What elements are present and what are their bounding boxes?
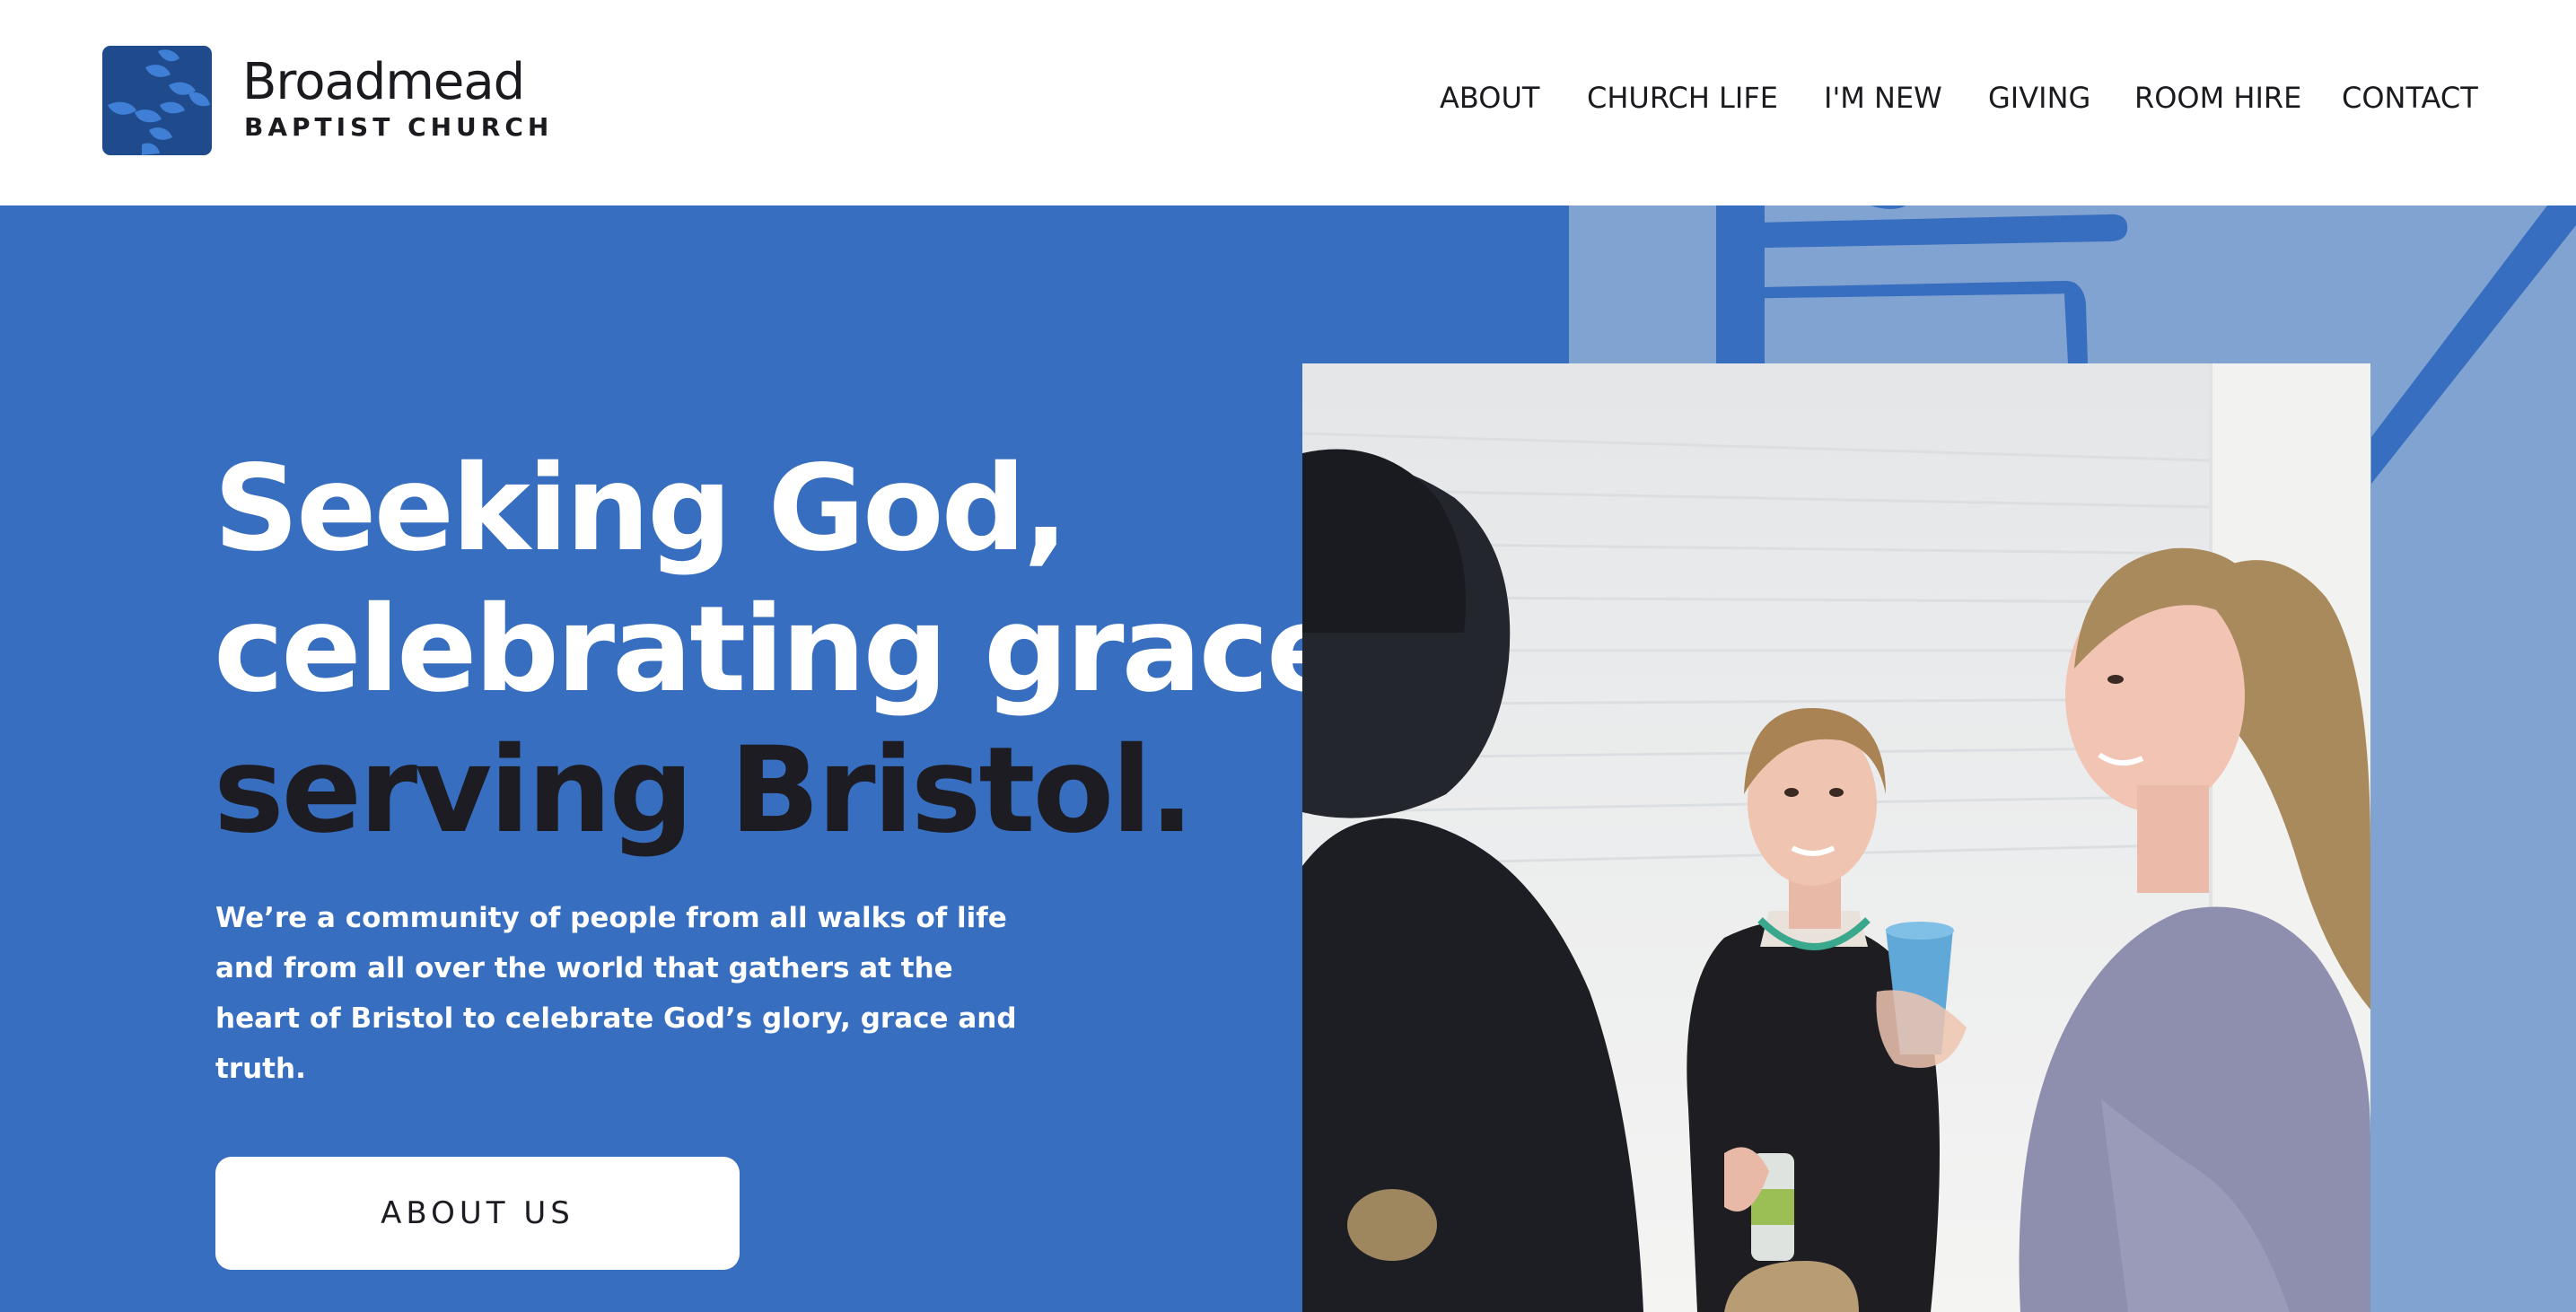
main-nav: ABOUT CHURCH LIFE I'M NEW GIVING ROOM HI… xyxy=(0,81,2576,122)
nav-contact[interactable]: CONTACT xyxy=(2342,81,2478,115)
nav-giving[interactable]: GIVING xyxy=(1988,81,2090,115)
nav-room-hire[interactable]: ROOM HIRE xyxy=(2134,81,2301,115)
site-header: Broadmead BAPTIST CHURCH ABOUT CHURCH LI… xyxy=(0,0,2576,206)
nav-about[interactable]: ABOUT xyxy=(1440,81,1539,115)
hero-section: Seeking God, celebrating grace, serving … xyxy=(0,206,2576,1312)
headline-line-1: Seeking God, xyxy=(214,440,1068,578)
hero-photo xyxy=(1302,363,2370,1312)
hero-intro-text: We’re a community of people from all wal… xyxy=(215,902,1017,1085)
nav-church-life[interactable]: CHURCH LIFE xyxy=(1587,81,1778,115)
headline-line-2: celebrating grace, xyxy=(214,581,1389,719)
hero-headline: Seeking God, celebrating grace, serving … xyxy=(214,439,1389,862)
headline-line-3: serving Bristol. xyxy=(214,722,1195,860)
nav-im-new[interactable]: I'M NEW xyxy=(1824,81,1942,115)
about-us-button[interactable]: ABOUT US xyxy=(215,1157,740,1270)
